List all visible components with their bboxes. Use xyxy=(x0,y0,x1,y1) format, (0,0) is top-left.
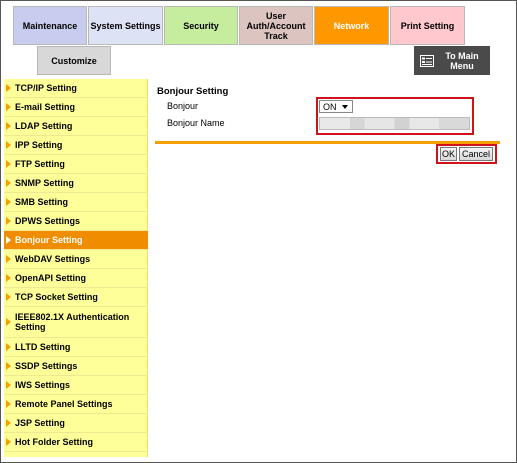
sidebar-item-label: TCP/IP Setting xyxy=(15,83,77,93)
bonjour-select[interactable]: ON xyxy=(319,100,353,113)
bonjour-label: Bonjour xyxy=(167,101,199,111)
sidebar-item-bonjour[interactable]: Bonjour Setting xyxy=(4,231,148,250)
arrow-icon xyxy=(6,400,11,408)
sidebar-item-label: Hot Folder Setting xyxy=(15,437,93,447)
arrow-icon xyxy=(6,274,11,282)
sidebar-item-label: Bonjour Setting xyxy=(15,235,83,245)
bonjour-select-value: ON xyxy=(323,101,337,112)
tab-maintenance[interactable]: Maintenance xyxy=(13,6,87,45)
sidebar-item-tcp-socket[interactable]: TCP Socket Setting xyxy=(4,288,148,307)
arrow-icon xyxy=(6,160,11,168)
sidebar-item-label: SMB Setting xyxy=(15,197,68,207)
arrow-icon xyxy=(6,103,11,111)
sidebar-item-ssdp[interactable]: SSDP Settings xyxy=(4,357,148,376)
arrow-icon xyxy=(6,122,11,130)
cancel-button[interactable]: Cancel xyxy=(459,147,493,161)
sidebar-item-label: SSDP Settings xyxy=(15,361,78,371)
arrow-icon xyxy=(6,236,11,244)
bonjour-name-field[interactable] xyxy=(319,117,470,130)
tab-maintenance-label: Maintenance xyxy=(22,20,78,31)
tab-system-settings[interactable]: System Settings xyxy=(88,6,163,45)
chevron-down-icon xyxy=(342,105,348,109)
sidebar-item-email[interactable]: E-mail Setting xyxy=(4,98,148,117)
arrow-icon xyxy=(6,343,11,351)
sidebar-item-remote-panel[interactable]: Remote Panel Settings xyxy=(4,395,148,414)
tab-security-label: Security xyxy=(183,20,219,31)
tab-user-auth-label: User Auth/Account Track xyxy=(246,10,306,41)
sidebar-item-ieee8021x[interactable]: IEEE802.1X Authentication Setting xyxy=(4,307,148,338)
arrow-icon xyxy=(6,217,11,225)
sidebar-item-ldap[interactable]: LDAP Setting xyxy=(4,117,148,136)
to-main-menu-label: To Main Menu xyxy=(445,50,479,71)
sidebar-item-label: DPWS Settings xyxy=(15,216,81,226)
sidebar-item-ipp[interactable]: IPP Setting xyxy=(4,136,148,155)
to-main-menu-button[interactable]: To Main Menu xyxy=(414,46,490,75)
sidebar-item-webdav[interactable]: WebDAV Settings xyxy=(4,250,148,269)
arrow-icon xyxy=(6,179,11,187)
sidebar-item-hot-folder[interactable]: Hot Folder Setting xyxy=(4,433,148,452)
tab-print-setting[interactable]: Print Setting xyxy=(390,6,465,45)
bonjour-name-label: Bonjour Name xyxy=(167,118,225,128)
arrow-icon xyxy=(6,318,11,326)
sidebar-item-jsp[interactable]: JSP Setting xyxy=(4,414,148,433)
arrow-icon xyxy=(6,255,11,263)
tab-customize[interactable]: Customize xyxy=(37,46,111,75)
sidebar-item-label: IPP Setting xyxy=(15,140,63,150)
sidebar-item-label: FTP Setting xyxy=(15,159,65,169)
sidebar-item-dpws[interactable]: DPWS Settings xyxy=(4,212,148,231)
tab-security[interactable]: Security xyxy=(164,6,238,45)
sidebar-item-label: SNMP Setting xyxy=(15,178,74,188)
sidebar-item-lltd[interactable]: LLTD Setting xyxy=(4,338,148,357)
sidebar-item-tcpip[interactable]: TCP/IP Setting xyxy=(4,79,148,98)
ok-button[interactable]: OK xyxy=(440,147,457,161)
sidebar-item-label: JSP Setting xyxy=(15,418,65,428)
arrow-icon xyxy=(6,362,11,370)
sidebar-item-smb[interactable]: SMB Setting xyxy=(4,193,148,212)
arrow-icon xyxy=(6,84,11,92)
sidebar-item-label: WebDAV Settings xyxy=(15,254,91,264)
tab-network-label: Network xyxy=(333,20,370,31)
arrow-icon xyxy=(6,381,11,389)
sidebar-item-ftp[interactable]: FTP Setting xyxy=(4,155,148,174)
tab-network[interactable]: Network xyxy=(314,6,389,45)
arrow-icon xyxy=(6,293,11,301)
sidebar-item-label: LLTD Setting xyxy=(15,342,71,352)
main-menu-icon xyxy=(420,54,434,67)
arrow-icon xyxy=(6,198,11,206)
tab-system-settings-label: System Settings xyxy=(90,20,161,31)
tab-customize-label: Customize xyxy=(51,55,97,66)
arrow-icon xyxy=(6,419,11,427)
sidebar-item-label: Remote Panel Settings xyxy=(15,399,113,409)
sidebar-item-iws[interactable]: IWS Settings xyxy=(4,376,148,395)
sidebar: TCP/IP Setting E-mail Setting LDAP Setti… xyxy=(4,79,148,457)
sidebar-item-label: LDAP Setting xyxy=(15,121,73,131)
sidebar-item-label: E-mail Setting xyxy=(15,102,76,112)
sidebar-item-label: TCP Socket Setting xyxy=(15,292,98,302)
arrow-icon xyxy=(6,141,11,149)
sidebar-item-label: IWS Settings xyxy=(15,380,71,390)
tab-print-setting-label: Print Setting xyxy=(400,20,455,31)
tab-user-auth[interactable]: User Auth/Account Track xyxy=(239,6,313,45)
page-title: Bonjour Setting xyxy=(157,86,229,97)
sidebar-item-label: IEEE802.1X Authentication Setting xyxy=(15,312,130,332)
arrow-icon xyxy=(6,438,11,446)
sidebar-item-openapi[interactable]: OpenAPI Setting xyxy=(4,269,148,288)
sidebar-item-label: OpenAPI Setting xyxy=(15,273,87,283)
sidebar-item-snmp[interactable]: SNMP Setting xyxy=(4,174,148,193)
